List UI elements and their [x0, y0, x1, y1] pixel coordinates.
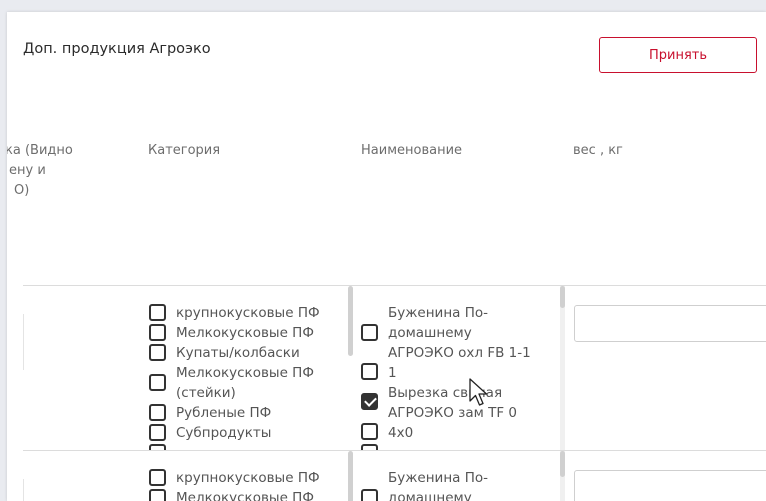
- category-scrollbar[interactable]: [348, 451, 353, 501]
- row-edge: [23, 314, 24, 370]
- list-item[interactable]: [359, 443, 569, 450]
- row-edge: [23, 479, 24, 501]
- product-checkbox[interactable]: [361, 363, 378, 380]
- product-scrollbar[interactable]: [560, 286, 565, 308]
- table-row: крупнокусковые ПФ Мелкокусковые ПФ Купат…: [7, 286, 766, 450]
- weight-input[interactable]: [574, 305, 766, 342]
- category-checkbox[interactable]: [149, 489, 166, 501]
- category-checkbox[interactable]: [149, 344, 166, 361]
- list-item[interactable]: [147, 443, 357, 450]
- accept-button[interactable]: Принять: [599, 37, 757, 73]
- column-header-partial: ка (Видно ену и О): [7, 143, 73, 198]
- category-checkbox[interactable]: [149, 424, 166, 441]
- category-checkbox[interactable]: [149, 374, 166, 391]
- product-list[interactable]: Буженина По- домашнему АГРОЭКО охл FB 1-…: [359, 286, 569, 450]
- product-list[interactable]: Буженина По- домашнему: [359, 451, 569, 501]
- column-header-category: Категория: [148, 143, 221, 158]
- list-item[interactable]: Мелкокусковые ПФ: [147, 488, 357, 501]
- list-item[interactable]: Субпродукты: [147, 423, 357, 443]
- category-list[interactable]: крупнокусковые ПФ Мелкокусковые ПФ Купат…: [147, 286, 357, 450]
- dialog-panel: Доп. продукция Агроэко Принять ка (Видно…: [7, 12, 766, 501]
- product-checkbox[interactable]: [361, 324, 378, 341]
- list-item[interactable]: Купаты/колбаски: [147, 343, 357, 363]
- column-header-name: Наименование: [361, 143, 463, 158]
- product-scrollbar[interactable]: [560, 451, 565, 477]
- list-item[interactable]: Мелкокусковые ПФ: [147, 323, 357, 343]
- category-checkbox[interactable]: [149, 469, 166, 486]
- category-checkbox[interactable]: [149, 324, 166, 341]
- table-row: крупнокусковые ПФ Мелкокусковые ПФ Бужен…: [7, 451, 766, 501]
- category-checkbox[interactable]: [149, 404, 166, 421]
- product-checkbox[interactable]: [361, 489, 378, 501]
- list-item[interactable]: крупнокусковые ПФ: [147, 468, 357, 488]
- list-item[interactable]: 4x0: [359, 423, 569, 443]
- product-scroll-track: [560, 286, 565, 450]
- list-item[interactable]: 1: [359, 363, 569, 383]
- list-item[interactable]: крупнокусковые ПФ: [147, 303, 357, 323]
- list-item[interactable]: Буженина По- домашнему: [359, 468, 569, 501]
- page-title: Доп. продукция Агроэко: [23, 41, 211, 57]
- list-item[interactable]: Вырезка свиная АГРОЭКО зам TF 0: [359, 383, 569, 423]
- mouse-cursor-icon: [469, 378, 488, 406]
- category-checkbox[interactable]: [149, 304, 166, 321]
- category-scrollbar[interactable]: [348, 286, 353, 356]
- weight-input[interactable]: [574, 470, 766, 501]
- column-header-weight: вес , кг: [573, 143, 623, 158]
- list-item[interactable]: Рубленые ПФ: [147, 403, 357, 423]
- product-checkbox-checked[interactable]: [361, 393, 378, 410]
- list-item[interactable]: Мелкокусковые ПФ (стейки): [147, 363, 357, 403]
- category-list[interactable]: крупнокусковые ПФ Мелкокусковые ПФ: [147, 451, 357, 501]
- product-checkbox[interactable]: [361, 423, 378, 440]
